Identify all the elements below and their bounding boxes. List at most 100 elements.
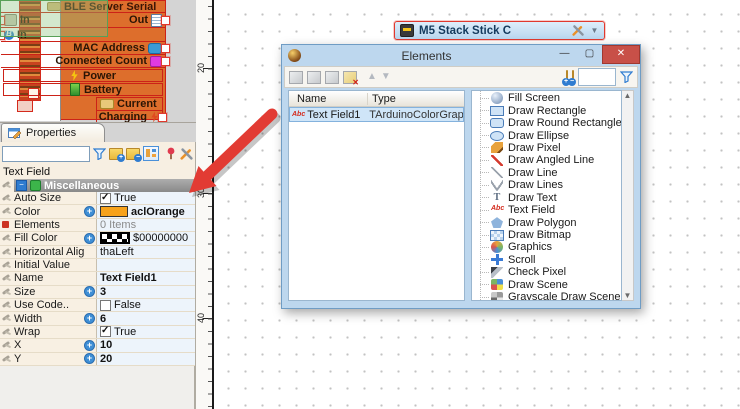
pin-panel-icon[interactable] (165, 146, 177, 161)
palette-item-draw-scene[interactable]: Draw Scene (472, 279, 621, 291)
m5-stack-stick-c-component[interactable]: M5 Stack Stick C ▼ (394, 21, 605, 40)
checkbox[interactable] (100, 193, 111, 204)
chevron-down-icon[interactable]: ▼ (590, 26, 599, 35)
categorized-view-icon[interactable] (143, 146, 159, 161)
filter-funnel-icon[interactable] (620, 71, 633, 83)
property-row-wrap[interactable]: WrapTrue (0, 326, 195, 339)
element-list-row-selected[interactable]: Abc Text Field1 TArduinoColorGraphic... (289, 107, 464, 122)
pin-connector-icon[interactable] (84, 313, 95, 324)
property-row-size[interactable]: Size3 (0, 286, 195, 299)
property-value[interactable]: thaLeft (96, 246, 195, 258)
pin-connected-count[interactable] (161, 57, 170, 66)
clear-filter-funnel-icon[interactable] (93, 146, 106, 161)
property-row-width[interactable]: Width6 (0, 312, 195, 325)
scroll-up-icon[interactable]: ▲ (624, 91, 632, 100)
property-value[interactable]: 3 (96, 286, 195, 298)
elements-list-header[interactable]: Name Type (289, 91, 464, 107)
property-row-fill-color[interactable]: Fill Color$00000000 (0, 232, 195, 245)
property-row-use-code-[interactable]: Use Code..False (0, 299, 195, 312)
property-row-horizontal-align[interactable]: Horizontal AlignthaLeft (0, 246, 195, 259)
palette-item-graphics[interactable]: Graphics (472, 241, 621, 253)
move-down-icon[interactable]: ▼ (381, 72, 391, 82)
expand-all-icon[interactable] (109, 146, 123, 161)
component-tools-icon[interactable] (572, 24, 585, 37)
pin-connector-icon[interactable] (84, 340, 95, 351)
property-value[interactable]: Text Field1 (96, 272, 195, 284)
power-group[interactable]: Power (3, 69, 163, 82)
palette-item-grayscale-draw-scene[interactable]: Grayscale Draw Scene (472, 291, 621, 301)
property-row-x[interactable]: X10 (0, 339, 195, 352)
property-value[interactable]: True (96, 326, 195, 338)
palette-item-draw-lines[interactable]: Draw Lines (472, 179, 621, 191)
property-row-auto-size[interactable]: Auto SizeTrue (0, 192, 195, 205)
palette-item-fill-screen[interactable]: Fill Screen (472, 92, 621, 104)
collapse-all-icon[interactable] (572, 71, 574, 83)
property-value[interactable]: aclOrange (96, 205, 195, 217)
collapse-category-icon[interactable]: − (16, 180, 27, 191)
copy-element-icon[interactable] (307, 71, 321, 84)
property-value[interactable]: $00000000 (96, 232, 195, 244)
collapse-all-icon[interactable] (126, 146, 140, 161)
property-row-name[interactable]: NameText Field1 (0, 272, 195, 285)
palette-item-draw-ellipse[interactable]: Draw Ellipse (472, 129, 621, 141)
property-label: Color (14, 206, 84, 218)
column-name[interactable]: Name (289, 93, 367, 105)
pin-connector-icon[interactable] (84, 286, 95, 297)
delete-element-icon[interactable] (343, 71, 357, 84)
palette-item-check-pixel[interactable]: Check Pixel (472, 266, 621, 278)
palette-scrollbar[interactable]: ▲ ▼ (622, 90, 634, 301)
pin-connector-icon[interactable] (84, 206, 95, 217)
property-value[interactable] (96, 259, 195, 271)
pin-connector-icon[interactable] (84, 233, 95, 244)
pin-connector-icon[interactable] (84, 353, 95, 364)
property-row-elements[interactable]: Elements0 Items (0, 219, 195, 232)
category-header[interactable]: − Miscellaneous (0, 179, 195, 192)
palette-item-draw-bitmap[interactable]: Draw Bitmap (472, 229, 621, 241)
property-value[interactable]: True (96, 192, 195, 204)
property-value[interactable]: 0 Items (96, 219, 195, 231)
palette-search-input[interactable] (578, 68, 616, 86)
palette-item-text-field[interactable]: Text Field (472, 204, 621, 216)
palette-item-draw-text[interactable]: Draw Text (472, 192, 621, 204)
palette-item-draw-round-rectangle[interactable]: Draw Round Rectangle (472, 117, 621, 129)
battery-group-label: Battery (84, 84, 122, 96)
maximize-button[interactable]: ▢ (577, 45, 602, 64)
tools-icon[interactable] (180, 146, 194, 161)
pin-charging[interactable] (158, 113, 167, 122)
palette-item-draw-line[interactable]: Draw Line (472, 167, 621, 179)
elements-list-empty[interactable] (289, 122, 464, 300)
properties-filter-input[interactable] (2, 146, 90, 162)
scroll-down-icon[interactable]: ▼ (624, 291, 632, 300)
property-value[interactable]: False (96, 299, 195, 311)
property-row-initial-value[interactable]: Initial Value (0, 259, 195, 272)
pin-mac-address[interactable] (161, 44, 170, 53)
property-value[interactable]: 10 (96, 339, 195, 351)
paste-element-icon[interactable] (325, 71, 339, 84)
column-type[interactable]: Type (367, 93, 464, 105)
add-element-icon[interactable] (289, 71, 303, 84)
minimize-button[interactable]: — (552, 45, 577, 64)
tab-properties[interactable]: Properties (1, 123, 105, 142)
property-row-y[interactable]: Y20 (0, 353, 195, 366)
tree-line (480, 98, 489, 99)
close-button[interactable]: ✕ (602, 45, 640, 64)
battery-group[interactable]: Battery (3, 83, 163, 96)
pin-serial-out[interactable] (161, 16, 170, 25)
checkbox[interactable] (100, 326, 111, 337)
property-value-text: 3 (100, 286, 106, 298)
move-up-icon[interactable]: ▲ (367, 72, 377, 82)
current-group[interactable]: Current Charging (96, 97, 163, 125)
palette-item-draw-rectangle[interactable]: Draw Rectangle (472, 104, 621, 116)
palette-item-draw-pixel[interactable]: Draw Pixel (472, 142, 621, 154)
property-row-color[interactable]: Color aclOrange (0, 205, 195, 218)
palette-item-draw-angled-line[interactable]: Draw Angled Line (472, 154, 621, 166)
property-value[interactable]: 20 (96, 353, 195, 365)
property-value[interactable]: 6 (96, 312, 195, 324)
dialog-titlebar[interactable]: Elements — ▢ ✕ (282, 45, 640, 66)
property-gutter-icon (0, 272, 14, 284)
palette-item-scroll[interactable]: Scroll (472, 254, 621, 266)
pin-serial-in[interactable] (0, 16, 5, 25)
checkbox[interactable] (100, 300, 111, 311)
palette-item-draw-polygon[interactable]: Draw Polygon (472, 216, 621, 228)
serial-icon (4, 14, 17, 26)
